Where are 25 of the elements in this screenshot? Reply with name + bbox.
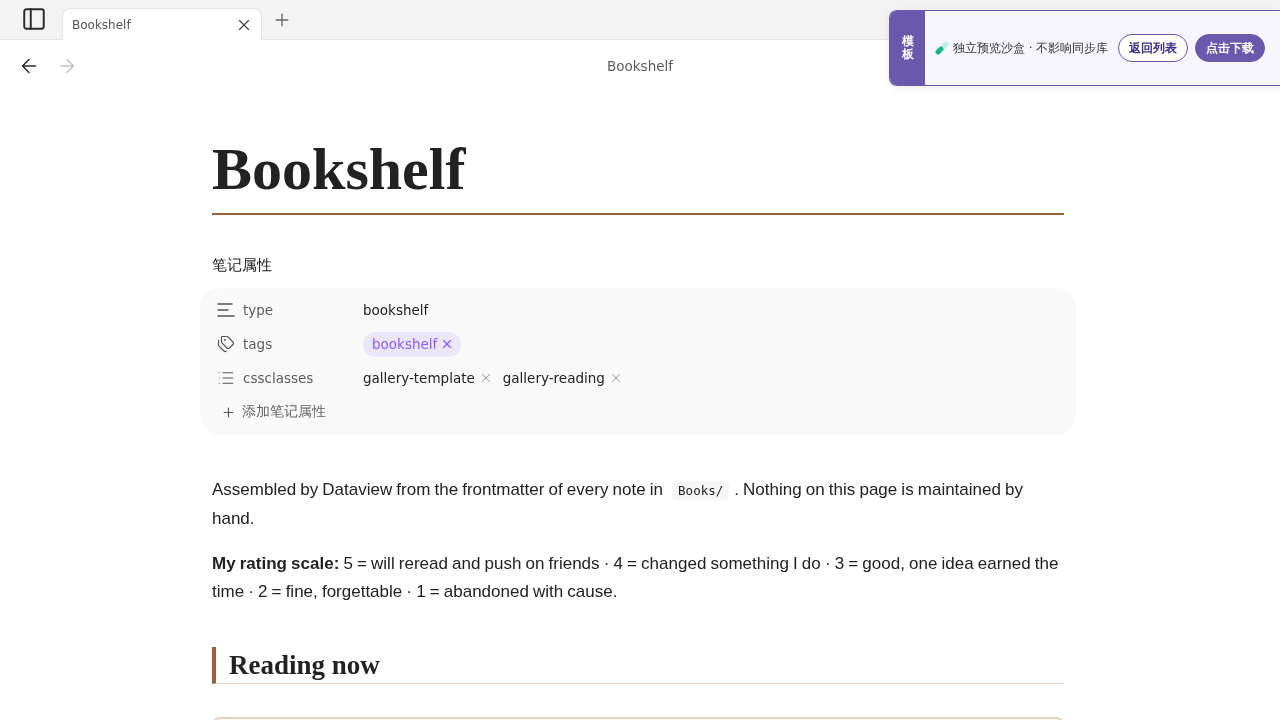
test-tube-icon [935,41,949,55]
note-title: Bookshelf [607,57,673,74]
list-value[interactable]: gallery-reading [502,370,605,386]
property-value[interactable]: bookshelf [363,302,1061,318]
plus-icon [221,404,236,420]
page-heading: Bookshelf [212,133,1064,215]
text-lines-icon [217,301,235,319]
properties-heading: 笔记属性 [212,255,273,275]
list-value[interactable]: gallery-template [363,370,475,386]
section-heading: Reading now [212,647,1064,684]
property-key[interactable]: tags [243,336,273,352]
download-button[interactable]: 点击下载 [1195,34,1266,62]
tag-pill[interactable]: bookshelf [363,331,462,357]
sidebar-toggle-icon[interactable] [20,5,48,33]
banner-message: 独立预览沙盒 · 不影响同步库 [953,39,1109,57]
paragraph: My rating scale: 5 = will reread and push on friends · 4 = changed something I do · 3 = good, one idea earned the time · 2 = fine, forgettable · 1 = abandoned with cause. [212,553,1060,603]
back-to-list-button[interactable]: 返回列表 [1118,34,1189,62]
list-icon [217,369,235,387]
tab[interactable]: Bookshelf [62,8,262,40]
banner-label: 模板 [890,11,925,85]
property-key[interactable]: cssclasses [243,370,314,386]
paragraph: Assembled by Dataview from the frontmatter of every note in Books/ . Nothing on this page is maintained by hand. [212,479,1024,530]
property-key[interactable]: type [243,302,274,318]
add-property-button[interactable]: 添加笔记属性 [217,395,326,429]
tags-icon [217,335,235,353]
